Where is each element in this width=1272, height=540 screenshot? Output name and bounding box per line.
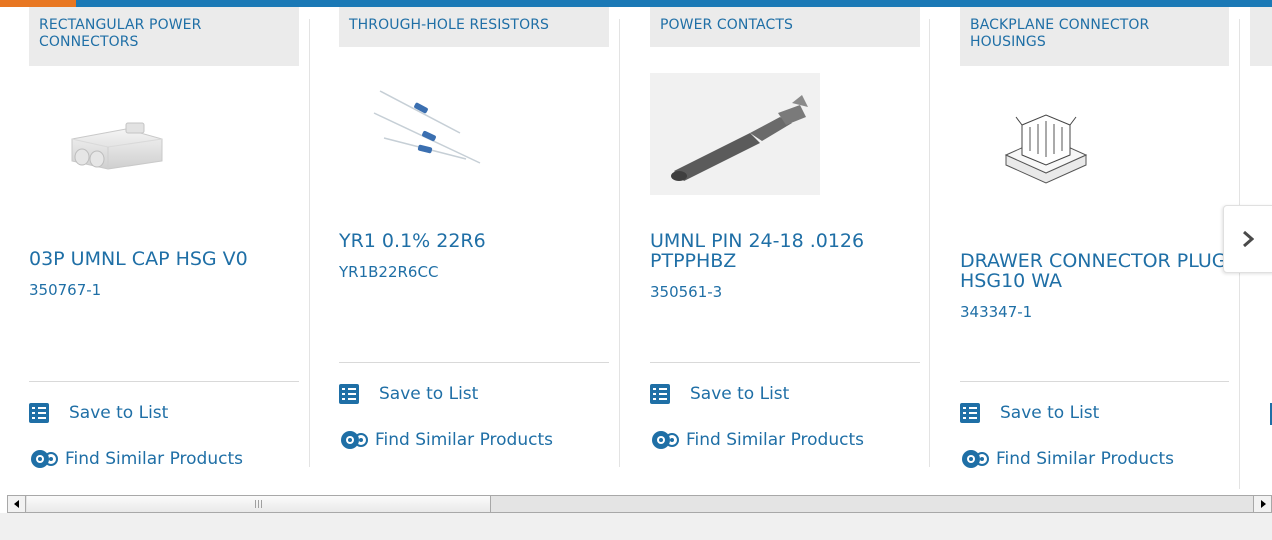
product-carousel: RECTANGULAR POWER CONNECTORS 03P UMNL CA… bbox=[0, 7, 1272, 491]
product-image[interactable] bbox=[650, 73, 820, 195]
horizontal-scrollbar[interactable] bbox=[7, 495, 1272, 513]
arrow-left-icon bbox=[13, 500, 19, 508]
product-title-link[interactable]: 03P UMNL CAP HSG V0 bbox=[29, 249, 299, 269]
part-number[interactable]: 350767-1 bbox=[29, 281, 101, 299]
find-similar-label: Find Similar Products bbox=[996, 449, 1174, 469]
save-to-list-label: Save to List bbox=[69, 403, 169, 423]
part-number[interactable]: YR1B22R6CC bbox=[339, 263, 438, 281]
arrow-right-icon bbox=[1260, 500, 1266, 508]
footer-strip bbox=[0, 513, 1272, 540]
card-separator bbox=[29, 381, 299, 382]
part-number[interactable]: 343347-1 bbox=[960, 303, 1032, 321]
product-title-link[interactable]: UMNL PIN 24-18 .0126 PTPPHBZ bbox=[650, 231, 920, 271]
card-separator bbox=[960, 381, 1229, 382]
gears-icon bbox=[962, 450, 989, 468]
scrollbar-thumb[interactable] bbox=[27, 496, 491, 512]
save-to-list-label: Save to List bbox=[1000, 403, 1100, 423]
product-category[interactable]: BACKPLANE CONNECTOR HOUSINGS bbox=[960, 7, 1229, 66]
find-similar-button[interactable]: Find Similar Products bbox=[339, 428, 553, 452]
checklist-icon bbox=[29, 403, 49, 423]
product-image[interactable] bbox=[1000, 103, 1090, 187]
card-separator bbox=[650, 362, 920, 363]
save-to-list-label: Save to List bbox=[379, 384, 479, 404]
save-to-list-label: Save to List bbox=[690, 384, 790, 404]
scroll-right-button[interactable] bbox=[1253, 496, 1271, 512]
top-accent-bar bbox=[0, 0, 1272, 7]
gears-icon bbox=[652, 431, 679, 449]
part-number[interactable]: 350561-3 bbox=[650, 283, 722, 301]
carousel-next-button[interactable] bbox=[1223, 205, 1272, 273]
product-category[interactable]: THROUGH-HOLE RESISTORS bbox=[339, 7, 609, 47]
product-title-link[interactable]: YR1 0.1% 22R6 bbox=[339, 231, 609, 251]
scroll-left-button[interactable] bbox=[8, 496, 26, 512]
product-card: THROUGH-HOLE RESISTORS YR1 0.1% 22R6 YR1… bbox=[310, 7, 620, 491]
chevron-right-icon bbox=[1243, 231, 1254, 247]
checklist-icon bbox=[650, 384, 670, 404]
product-image[interactable] bbox=[370, 83, 490, 173]
product-category[interactable]: RECTANGULAR POWER CONNECTORS bbox=[29, 7, 299, 66]
find-similar-button[interactable]: Find Similar Products bbox=[960, 447, 1174, 471]
product-card: POWER CONTACTS UMNL PIN 24-18 .0126 PTPP… bbox=[620, 7, 930, 491]
gears-icon bbox=[31, 450, 58, 468]
product-title-link[interactable]: DRAWER CONNECTOR PLUG HSG10 WA bbox=[960, 251, 1230, 291]
find-similar-button[interactable]: Find Similar Products bbox=[650, 428, 864, 452]
find-similar-label: Find Similar Products bbox=[65, 449, 243, 469]
checklist-icon bbox=[339, 384, 359, 404]
product-card: RECTANGULAR POWER CONNECTORS 03P UMNL CA… bbox=[0, 7, 310, 491]
card-separator bbox=[339, 362, 609, 363]
find-similar-label: Find Similar Products bbox=[686, 430, 864, 450]
product-category[interactable]: POWER CONTACTS bbox=[650, 7, 920, 47]
save-to-list-button[interactable]: Save to List bbox=[650, 384, 789, 404]
top-accent-highlight bbox=[0, 0, 76, 7]
save-to-list-button[interactable]: Save to List bbox=[29, 403, 168, 423]
product-card: BACKPLANE CONNECTOR HOUSINGS DRAWER CONN… bbox=[930, 7, 1240, 491]
save-to-list-button[interactable]: Save to List bbox=[339, 384, 478, 404]
find-similar-label: Find Similar Products bbox=[375, 430, 553, 450]
checklist-icon bbox=[960, 403, 980, 423]
gears-icon bbox=[341, 431, 368, 449]
save-to-list-button[interactable]: Save to List bbox=[960, 403, 1099, 423]
find-similar-button[interactable]: Find Similar Products bbox=[29, 447, 243, 471]
product-image[interactable] bbox=[66, 117, 176, 177]
